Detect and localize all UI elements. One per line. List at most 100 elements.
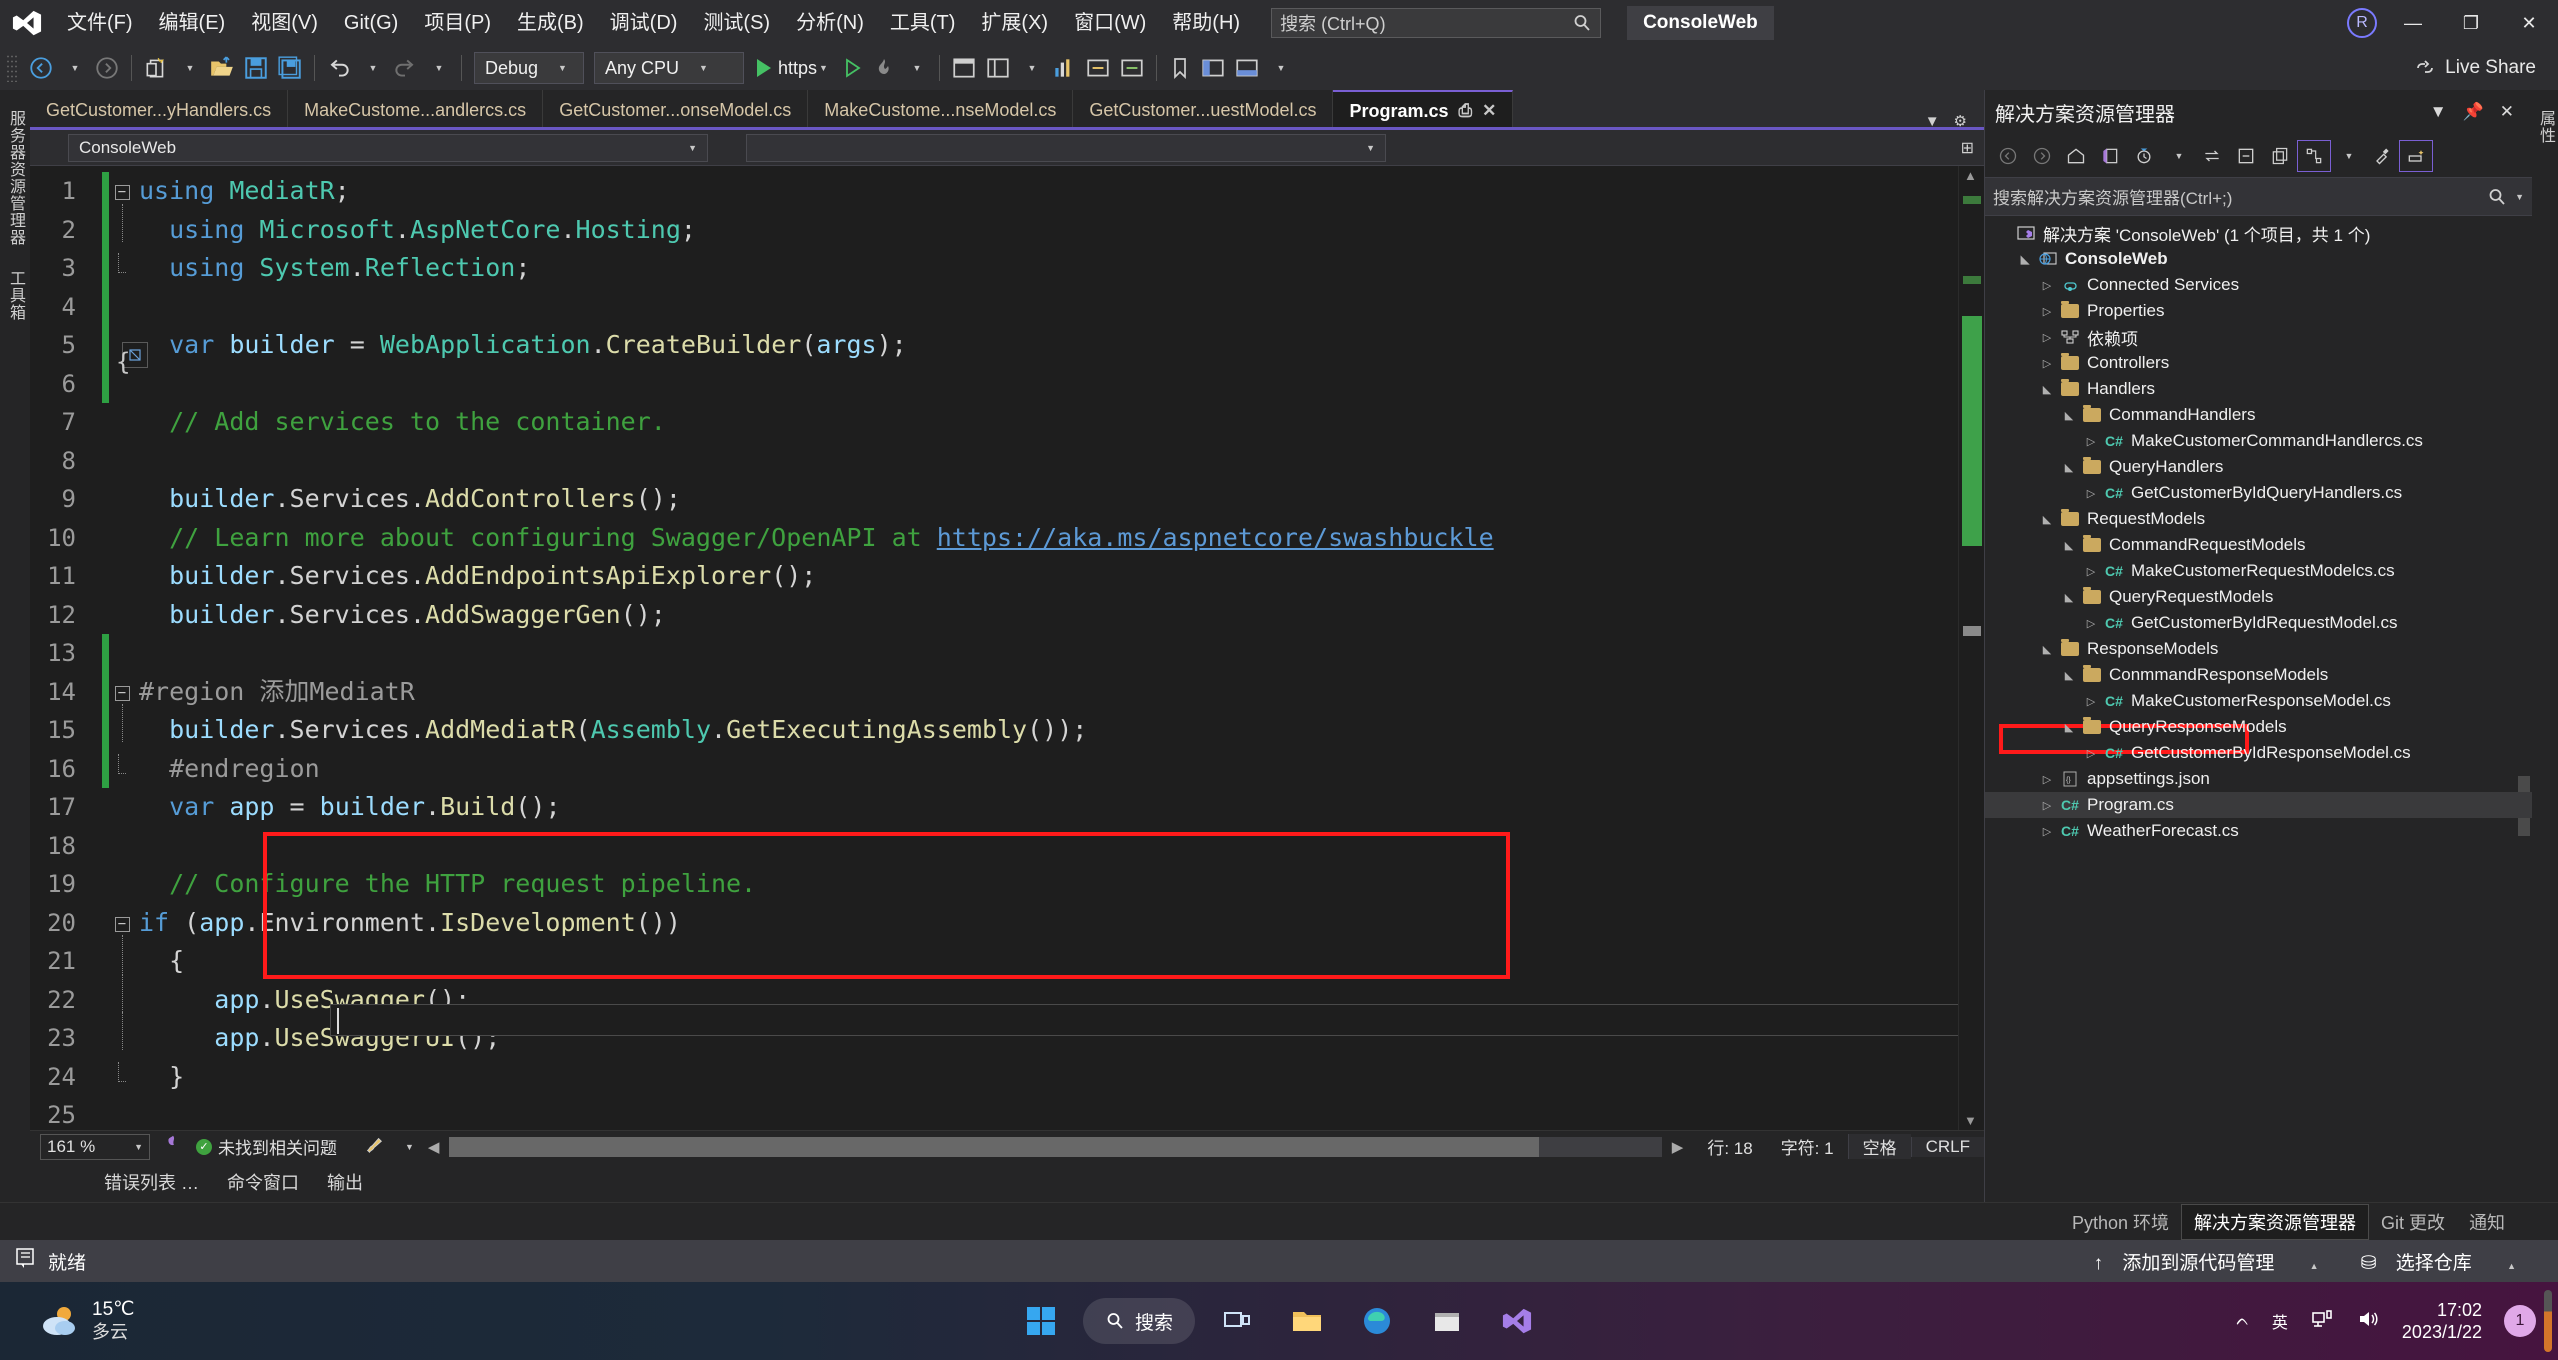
chevron-right-icon[interactable]: ▷ bbox=[2081, 695, 2101, 708]
tree-item[interactable]: ▷ C# MakeCustomerResponseModel.cs bbox=[1985, 688, 2532, 714]
brush-icon[interactable] bbox=[363, 1133, 385, 1160]
tree-item[interactable]: ▷ C# MakeCustomerCommandHandlercs.cs bbox=[1985, 428, 2532, 454]
scrollbar-thumb[interactable] bbox=[1962, 316, 1982, 546]
tree-item[interactable]: ◣ ConsoleWeb bbox=[1985, 246, 2532, 272]
navbar-member-select[interactable]: ▼ bbox=[746, 133, 1386, 162]
redo-icon[interactable] bbox=[388, 51, 422, 85]
tree-item[interactable]: ◣ Handlers bbox=[1985, 376, 2532, 402]
tree-item[interactable]: ▷ C# MakeCustomerRequestModelcs.cs bbox=[1985, 558, 2532, 584]
menu-item-1[interactable]: 编辑(E) bbox=[146, 0, 239, 46]
split-editor-icon[interactable]: ⊞ bbox=[1961, 138, 1974, 158]
properties-icon[interactable] bbox=[2365, 140, 2399, 172]
ime-language-indicator[interactable]: 英 bbox=[2272, 1309, 2288, 1333]
tree-item[interactable]: ◣ ResponseModels bbox=[1985, 636, 2532, 662]
chevron-down-icon[interactable]: ◣ bbox=[2059, 721, 2079, 734]
live-share-button[interactable]: Live Share bbox=[2413, 56, 2536, 80]
editor-vertical-scrollbar[interactable]: ▲ ▼ bbox=[1958, 166, 1984, 1130]
notification-badge[interactable]: 1 bbox=[2504, 1305, 2536, 1337]
chevron-down-icon[interactable]: ▼ bbox=[2422, 102, 2455, 122]
chevron-right-icon[interactable]: ▷ bbox=[2081, 435, 2101, 448]
windows-start-icon[interactable] bbox=[1013, 1293, 1069, 1349]
tree-item[interactable]: ▷ 依赖项 bbox=[1985, 324, 2532, 350]
network-icon[interactable] bbox=[2310, 1307, 2334, 1336]
bottom-tool-tab-1[interactable]: 命令窗口 bbox=[213, 1169, 313, 1195]
chevron-up-icon[interactable]: ᨈ bbox=[2236, 1312, 2250, 1330]
sync-icon[interactable] bbox=[2195, 140, 2229, 172]
tree-item[interactable]: ◣ CommandHandlers bbox=[1985, 402, 2532, 428]
panel-tab-1[interactable]: 解决方案资源管理器 bbox=[2181, 1203, 2370, 1240]
panel-tab-3[interactable]: 通知 bbox=[2457, 1205, 2517, 1239]
save-icon[interactable] bbox=[239, 51, 273, 85]
chevron-down-icon[interactable]: ◣ bbox=[2059, 461, 2079, 474]
chevron-down-icon[interactable]: ▼ bbox=[2515, 192, 2524, 202]
account-avatar[interactable]: R bbox=[2340, 1, 2384, 45]
undo-dropdown[interactable]: ▼ bbox=[356, 51, 388, 85]
taskbar-weather-widget[interactable]: 15℃ 多云 bbox=[0, 1298, 134, 1344]
code-text-area[interactable]: { 1− using MediatR; 2 using Microsoft.AspN… bbox=[30, 166, 1958, 1130]
toolbar-extra-4-icon[interactable] bbox=[1115, 51, 1149, 85]
chevron-right-icon[interactable]: ▷ bbox=[2081, 617, 2101, 630]
chevron-down-icon[interactable]: ◣ bbox=[2059, 539, 2079, 552]
tree-item[interactable]: ◣ QueryHandlers bbox=[1985, 454, 2532, 480]
toolbar-extra-2-icon[interactable] bbox=[981, 51, 1015, 85]
left-rail-tab-0[interactable]: 服务器资源管理器 bbox=[0, 98, 30, 258]
visual-studio-icon[interactable] bbox=[1489, 1293, 1545, 1349]
right-rail-properties-tab[interactable]: 属性 bbox=[2530, 98, 2558, 156]
toolbar-grip[interactable] bbox=[6, 54, 18, 82]
taskbar-clock[interactable]: 17:02 2023/1/22 bbox=[2402, 1299, 2482, 1343]
new-item-icon[interactable] bbox=[139, 51, 173, 85]
menu-item-9[interactable]: 工具(T) bbox=[877, 0, 969, 46]
maximize-button[interactable]: ❐ bbox=[2442, 0, 2500, 46]
tree-item[interactable]: 解决方案 'ConsoleWeb' (1 个项目，共 1 个) bbox=[1985, 220, 2532, 246]
tree-item[interactable]: ◣ ConmmandResponseModels bbox=[1985, 662, 2532, 688]
chevron-right-icon[interactable]: ▷ bbox=[2037, 279, 2057, 292]
pending-changes-icon[interactable] bbox=[2093, 140, 2127, 172]
add-to-source-control-button[interactable]: ↑ 添加到源代码管理 ▲ bbox=[2080, 1248, 2347, 1275]
open-folder-icon[interactable] bbox=[205, 51, 239, 85]
home-icon[interactable] bbox=[2059, 140, 2093, 172]
toolbar-extra-3-icon[interactable] bbox=[1081, 51, 1115, 85]
microsoft-store-icon[interactable] bbox=[1419, 1293, 1475, 1349]
menu-item-4[interactable]: 项目(P) bbox=[411, 0, 504, 46]
menu-item-12[interactable]: 帮助(H) bbox=[1159, 0, 1253, 46]
hot-reload-icon[interactable] bbox=[868, 51, 900, 85]
indentation-label[interactable]: 空格 bbox=[1847, 1134, 1911, 1159]
minimize-button[interactable]: — bbox=[2384, 0, 2442, 46]
line-ending-label[interactable]: CRLF bbox=[1910, 1136, 1984, 1157]
chevron-down-icon[interactable]: ◣ bbox=[2015, 253, 2035, 266]
menu-item-2[interactable]: 视图(V) bbox=[238, 0, 331, 46]
bottom-tool-tab-2[interactable]: 输出 bbox=[313, 1169, 377, 1195]
new-item-dropdown[interactable]: ▼ bbox=[173, 51, 205, 85]
forward-arrow-icon[interactable] bbox=[2025, 140, 2059, 172]
navigate-forward-icon[interactable] bbox=[90, 51, 124, 85]
tree-item[interactable]: ▷ C# GetCustomerByIdRequestModel.cs bbox=[1985, 610, 2532, 636]
panel-tab-2[interactable]: Git 更改 bbox=[2369, 1205, 2457, 1239]
tree-item[interactable]: ▷ {} appsettings.json bbox=[1985, 766, 2532, 792]
save-all-icon[interactable] bbox=[273, 51, 307, 85]
chevron-down-icon[interactable]: ◣ bbox=[2059, 669, 2079, 682]
editor-tab-0[interactable]: GetCustomer...yHandlers.cs bbox=[30, 90, 289, 130]
start-without-debugging-icon[interactable] bbox=[836, 51, 868, 85]
tree-item[interactable]: ▷ C# GetCustomerByIdResponseModel.cs bbox=[1985, 740, 2532, 766]
chevron-right-icon[interactable]: ▷ bbox=[2037, 305, 2057, 318]
hscroll-thumb[interactable] bbox=[449, 1136, 1540, 1157]
quick-search-input[interactable]: 搜索 (Ctrl+Q) bbox=[1280, 10, 1572, 36]
chevron-right-icon[interactable]: ▷ bbox=[2037, 357, 2057, 370]
solution-tree[interactable]: 解决方案 'ConsoleWeb' (1 个项目，共 1 个) ◣ ConsoleW… bbox=[1985, 216, 2532, 1198]
build-configuration-select[interactable]: Debug ▼ bbox=[474, 52, 584, 84]
chevron-down-icon[interactable]: ◣ bbox=[2059, 591, 2079, 604]
solution-explorer-search[interactable]: 搜索解决方案资源管理器(Ctrl+;) ▼ bbox=[1985, 178, 2532, 216]
menu-item-6[interactable]: 调试(D) bbox=[597, 0, 691, 46]
history-icon[interactable] bbox=[2127, 140, 2161, 172]
quick-search-box[interactable]: 搜索 (Ctrl+Q) bbox=[1271, 8, 1602, 38]
scroll-up-arrow-icon[interactable]: ▲ bbox=[1964, 168, 1977, 183]
tree-item[interactable]: ▷ Properties bbox=[1985, 298, 2532, 324]
menu-item-5[interactable]: 生成(B) bbox=[504, 0, 597, 46]
panel-tab-0[interactable]: Python 环境 bbox=[2060, 1205, 2181, 1239]
menu-item-0[interactable]: 文件(F) bbox=[54, 0, 146, 46]
editor-tab-5[interactable]: Program.cs ⎙ ✕ bbox=[1333, 90, 1514, 130]
tree-item[interactable]: ◣ CommandRequestModels bbox=[1985, 532, 2532, 558]
tree-item[interactable]: ◣ QueryRequestModels bbox=[1985, 584, 2532, 610]
tree-item[interactable]: ▷ C# GetCustomerByIdQueryHandlers.cs bbox=[1985, 480, 2532, 506]
navigate-back-dropdown[interactable]: ▼ bbox=[58, 51, 90, 85]
